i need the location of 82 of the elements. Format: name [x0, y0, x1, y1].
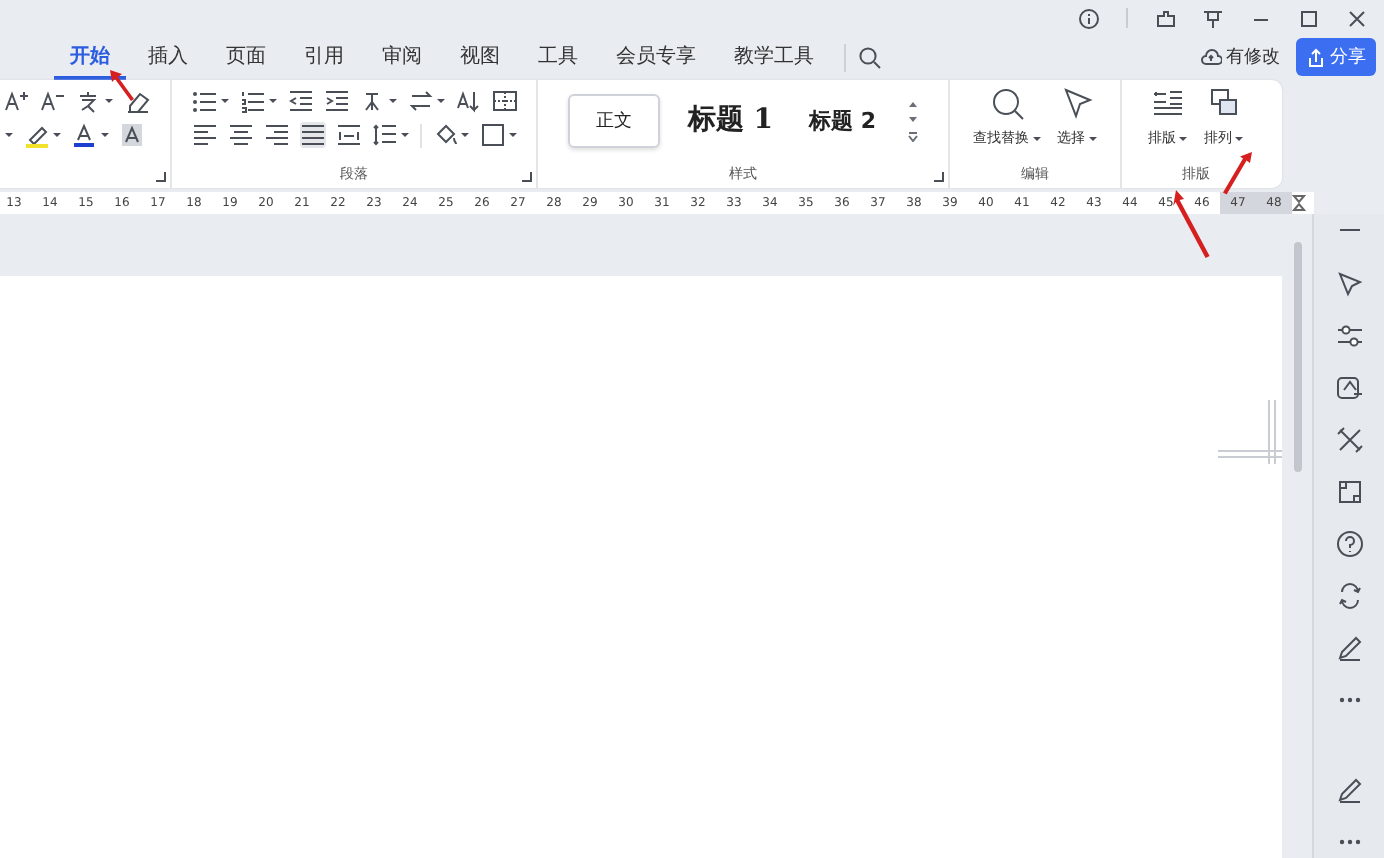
numbered-list-icon[interactable]: [239, 88, 265, 114]
caret-icon[interactable]: [267, 96, 277, 106]
ribbon-tab[interactable]: 引用: [288, 36, 360, 80]
font-color-icon[interactable]: [72, 122, 98, 148]
scroll-down-icon[interactable]: [908, 115, 919, 123]
direction-icon[interactable]: [407, 88, 433, 114]
ribbon-tab[interactable]: 工具: [522, 36, 594, 80]
sync-icon[interactable]: [1333, 580, 1365, 612]
indent-marker-icon[interactable]: [1292, 194, 1306, 212]
ribbon-tab[interactable]: 教学工具: [718, 36, 830, 80]
caret-icon[interactable]: [507, 130, 517, 140]
share-icon: [1306, 47, 1326, 67]
highlight-icon[interactable]: [24, 122, 50, 148]
sliders-icon[interactable]: [1333, 320, 1365, 352]
cloud-icon: [1200, 46, 1222, 68]
justify-icon[interactable]: [299, 122, 325, 148]
close-icon[interactable]: [1346, 7, 1368, 29]
cursor-icon[interactable]: [1333, 268, 1365, 300]
caret-icon[interactable]: [104, 96, 114, 106]
caret-icon[interactable]: [100, 130, 110, 140]
phonetic-icon[interactable]: [76, 88, 102, 114]
style-option[interactable]: 标题 1: [679, 90, 782, 150]
annotation-arrow: [1172, 188, 1212, 260]
scroll-up-icon[interactable]: [908, 99, 919, 107]
char-shading-icon[interactable]: [120, 122, 146, 148]
caret-icon[interactable]: [399, 130, 409, 140]
grow-font-icon[interactable]: [4, 88, 30, 114]
caret-icon[interactable]: [219, 96, 229, 106]
search-icon[interactable]: [858, 46, 882, 70]
save-status[interactable]: 有修改: [1196, 40, 1284, 74]
style-option[interactable]: 正文: [567, 93, 660, 147]
launcher-icon[interactable]: [522, 172, 532, 182]
caret-icon: [1087, 133, 1097, 143]
align-center-icon[interactable]: [227, 122, 253, 148]
caret-icon: [1234, 133, 1244, 143]
pin-icon[interactable]: [1202, 7, 1224, 29]
pen-icon[interactable]: [1333, 774, 1365, 806]
maximize-icon[interactable]: [1298, 7, 1320, 29]
border-icon[interactable]: [479, 122, 505, 148]
launcher-icon[interactable]: [156, 172, 166, 182]
annotation-arrow: [108, 68, 136, 102]
bullet-list-icon[interactable]: [191, 88, 217, 114]
align-right-icon[interactable]: [263, 122, 289, 148]
info-icon[interactable]: [1078, 7, 1100, 29]
puzzle-icon[interactable]: [1154, 7, 1176, 29]
launcher-icon[interactable]: [934, 172, 944, 182]
table-border-icon[interactable]: [491, 88, 517, 114]
pen-icon[interactable]: [1333, 632, 1365, 664]
caret-icon: [1178, 133, 1188, 143]
asian-layout-icon[interactable]: [359, 88, 385, 114]
distribute-icon[interactable]: [335, 122, 361, 148]
caret-icon[interactable]: [52, 130, 62, 140]
caret-icon[interactable]: [4, 130, 14, 140]
caret-icon[interactable]: [459, 130, 469, 140]
eraser-icon[interactable]: [124, 88, 150, 114]
search-icon: [989, 86, 1025, 122]
margin-mark: [1218, 400, 1284, 464]
frame-icon[interactable]: [1333, 476, 1365, 508]
ribbon-tab[interactable]: 视图: [444, 36, 516, 80]
caret-icon[interactable]: [387, 96, 397, 106]
ribbon-tab[interactable]: 审阅: [366, 36, 438, 80]
ribbon-tab[interactable]: 会员专享: [600, 36, 712, 80]
tools-icon[interactable]: [1333, 424, 1365, 456]
outdent-icon[interactable]: [287, 88, 313, 114]
shrink-font-icon[interactable]: [40, 88, 66, 114]
cursor-icon: [1059, 86, 1095, 122]
ribbon-tab[interactable]: 页面: [210, 36, 282, 80]
caret-icon[interactable]: [435, 96, 445, 106]
caret-icon: [1031, 133, 1041, 143]
ribbon-tab[interactable]: 插入: [132, 36, 204, 80]
shading-icon[interactable]: [431, 122, 457, 148]
align-left-icon[interactable]: [191, 122, 217, 148]
line-spacing-icon[interactable]: [371, 122, 397, 148]
share-button[interactable]: 分享: [1296, 38, 1376, 76]
image-edit-icon[interactable]: [1333, 372, 1365, 404]
sort-icon[interactable]: [455, 88, 481, 114]
scrollbar-thumb[interactable]: [1294, 242, 1302, 472]
more-styles-icon[interactable]: [908, 131, 919, 141]
style-option[interactable]: 标题 2: [801, 93, 885, 147]
help-icon[interactable]: [1333, 528, 1365, 560]
indent-icon[interactable]: [323, 88, 349, 114]
annotation-arrow: [1220, 150, 1254, 196]
